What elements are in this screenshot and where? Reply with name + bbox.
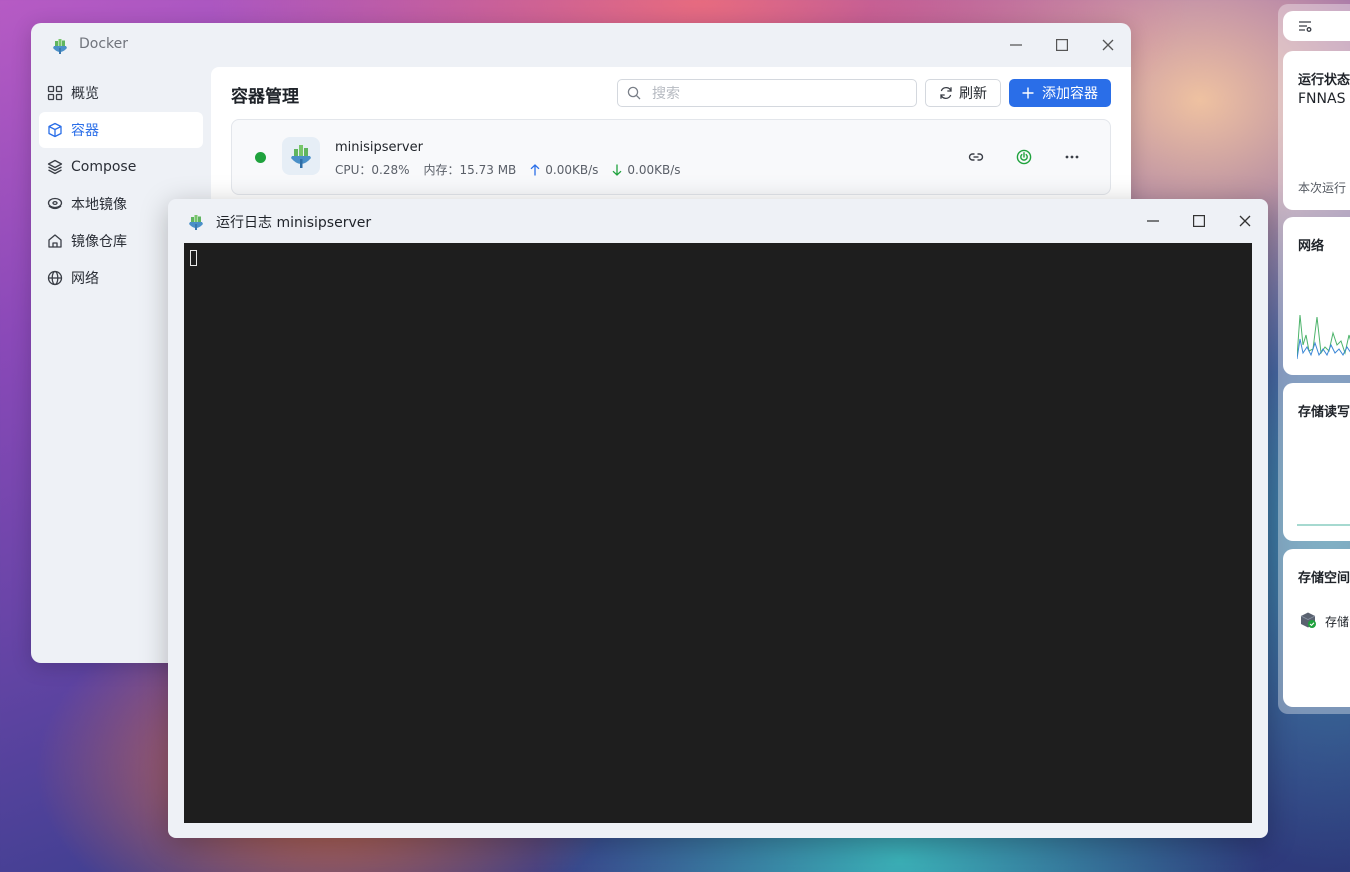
docker-titlebar[interactable]: Docker bbox=[31, 23, 1131, 67]
download-rate: 0.00KB/s bbox=[627, 162, 681, 177]
link-button[interactable] bbox=[965, 146, 987, 168]
sidebar-item-label: 镜像仓库 bbox=[71, 234, 127, 250]
maximize-button[interactable] bbox=[1050, 33, 1074, 57]
widget-title: 运行状态 bbox=[1298, 73, 1350, 88]
search-input[interactable] bbox=[650, 83, 904, 105]
minimize-button[interactable] bbox=[1004, 33, 1028, 57]
download-arrow-icon bbox=[612, 164, 622, 176]
page-title: 容器管理 bbox=[231, 87, 299, 107]
close-icon bbox=[1102, 39, 1114, 51]
upload-arrow-icon bbox=[530, 163, 540, 175]
sidebar-item-label: 本地镜像 bbox=[71, 197, 127, 213]
close-button[interactable] bbox=[1233, 209, 1257, 233]
home-icon bbox=[47, 233, 63, 249]
storage-item-label: 存储 bbox=[1325, 615, 1350, 629]
cpu-usage: CPU：0.28% bbox=[335, 163, 410, 177]
refresh-button[interactable]: 刷新 bbox=[925, 79, 1001, 107]
container-image-icon bbox=[282, 137, 320, 175]
terminal-cursor bbox=[190, 250, 197, 266]
memory-usage: 内存：15.73 MB bbox=[423, 163, 517, 177]
widget-title: 存储读写 bbox=[1298, 405, 1350, 420]
refresh-icon bbox=[940, 87, 952, 99]
minimize-icon bbox=[1147, 220, 1159, 222]
minimize-icon bbox=[1010, 44, 1022, 46]
minimize-button[interactable] bbox=[1141, 209, 1165, 233]
search-icon bbox=[627, 86, 641, 100]
host-name: FNNAS bbox=[1298, 91, 1346, 107]
plus-icon bbox=[1022, 87, 1034, 99]
close-icon bbox=[1239, 215, 1251, 227]
grid-icon bbox=[47, 85, 63, 101]
list-settings-icon[interactable] bbox=[1298, 19, 1312, 33]
add-container-button[interactable]: 添加容器 bbox=[1009, 79, 1111, 107]
layers-icon bbox=[47, 159, 63, 175]
widget-toolbar bbox=[1283, 11, 1350, 41]
cube-icon bbox=[47, 122, 63, 138]
storage-io-line bbox=[1297, 524, 1350, 526]
search-box[interactable] bbox=[617, 79, 917, 107]
power-icon bbox=[1016, 149, 1032, 165]
container-name: minisipserver bbox=[335, 140, 423, 155]
sidebar-item-label: 网络 bbox=[71, 271, 99, 287]
add-container-label: 添加容器 bbox=[1042, 86, 1098, 102]
sidebar-item-label: Compose bbox=[71, 159, 137, 175]
log-window: 运行日志 minisipserver bbox=[168, 199, 1268, 838]
widget-title: 网络 bbox=[1298, 239, 1325, 254]
running-status-dot bbox=[255, 152, 266, 163]
more-icon bbox=[1065, 155, 1079, 159]
widget-storage-space[interactable]: 存储空间 存储 bbox=[1283, 549, 1350, 707]
sidebar-item-label: 容器 bbox=[71, 123, 99, 139]
sidebar-item-label: 概览 bbox=[71, 86, 99, 102]
docker-app-icon bbox=[189, 215, 203, 230]
uptime-label: 本次运行 bbox=[1298, 181, 1347, 195]
network-sparkline bbox=[1297, 314, 1350, 360]
window-title: Docker bbox=[79, 36, 129, 52]
log-terminal[interactable] bbox=[184, 243, 1252, 823]
maximize-icon bbox=[1056, 39, 1068, 51]
widget-title: 存储空间 bbox=[1298, 571, 1350, 586]
sidebar-item-containers[interactable]: 容器 bbox=[39, 112, 203, 148]
refresh-label: 刷新 bbox=[959, 86, 987, 102]
globe-icon bbox=[47, 270, 63, 286]
sidebar-item-overview[interactable]: 概览 bbox=[39, 75, 203, 111]
log-window-title: 运行日志 minisipserver bbox=[216, 215, 372, 231]
docker-app-icon bbox=[53, 39, 67, 54]
widget-network[interactable]: 网络 bbox=[1283, 217, 1350, 375]
maximize-button[interactable] bbox=[1187, 209, 1211, 233]
widget-running-status[interactable]: 运行状态 FNNAS 本次运行 bbox=[1283, 51, 1350, 210]
upload-rate: 0.00KB/s bbox=[545, 162, 599, 177]
link-icon bbox=[968, 153, 984, 161]
widget-storage-io[interactable]: 存储读写 bbox=[1283, 383, 1350, 541]
close-button[interactable] bbox=[1096, 33, 1120, 57]
storage-drive-icon bbox=[1300, 612, 1316, 628]
sidebar-item-compose[interactable]: Compose bbox=[39, 149, 203, 185]
more-button[interactable] bbox=[1061, 146, 1083, 168]
power-button[interactable] bbox=[1013, 146, 1035, 168]
maximize-icon bbox=[1193, 215, 1205, 227]
disc-icon bbox=[47, 196, 63, 212]
container-card[interactable]: minisipserver CPU：0.28% 内存：15.73 MB 0.00… bbox=[231, 119, 1111, 195]
container-stats: CPU：0.28% 内存：15.73 MB 0.00KB/s 0.00KB/s bbox=[335, 161, 681, 178]
